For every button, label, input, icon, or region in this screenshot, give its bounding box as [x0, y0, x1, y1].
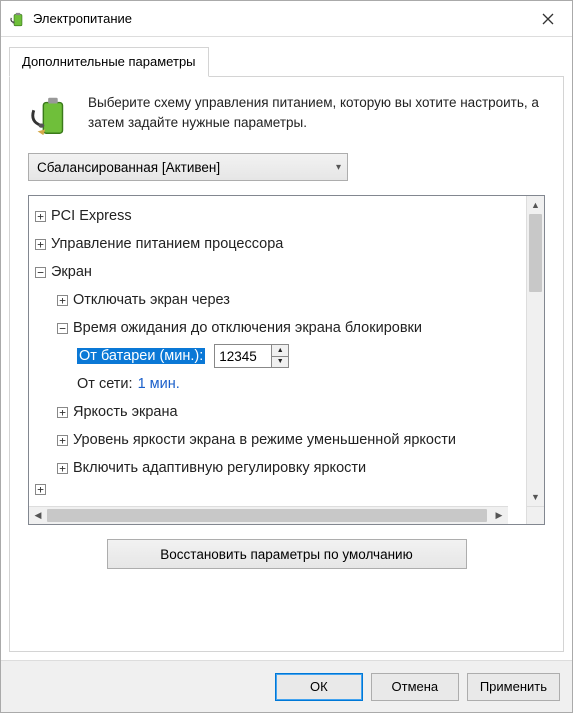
tree-label: Управление питанием процессора [51, 236, 283, 252]
power-scheme-select[interactable]: Сбалансированная [Активен] ▾ [28, 153, 348, 181]
close-icon [542, 13, 554, 25]
tree-item-partial[interactable]: + [35, 482, 524, 496]
battery-icon [28, 93, 74, 139]
on-ac-label: От сети: [77, 376, 133, 392]
on-battery-label: От батареи (мин.): [77, 348, 205, 364]
scroll-right-icon[interactable]: ▶ [490, 507, 508, 524]
dialog-button-row: ОК Отмена Применить [1, 660, 572, 712]
scheme-selected-label: Сбалансированная [Активен] [37, 160, 220, 175]
ok-button[interactable]: ОК [275, 673, 363, 701]
intro-row: Выберите схему управления питанием, кото… [28, 93, 545, 139]
tree-item-turn-off-display[interactable]: + Отключать экран через [35, 286, 524, 314]
close-button[interactable] [524, 1, 572, 36]
tree-item-pci-express[interactable]: + PCI Express [35, 202, 524, 230]
expand-icon[interactable]: + [35, 211, 46, 222]
expand-icon[interactable]: + [35, 239, 46, 250]
v-scroll-thumb[interactable] [529, 214, 542, 292]
expand-icon[interactable]: + [57, 435, 68, 446]
tree-item-display-brightness[interactable]: + Яркость экрана [35, 398, 524, 426]
collapse-icon[interactable]: − [57, 323, 68, 334]
apply-button[interactable]: Применить [467, 673, 560, 701]
on-battery-input[interactable] [215, 345, 271, 367]
tree-label: Яркость экрана [73, 404, 178, 420]
titlebar: Электропитание [1, 1, 572, 37]
settings-tree: + PCI Express + Управление питанием проц… [28, 195, 545, 525]
horizontal-scrollbar[interactable]: ◀ ▶ [29, 506, 508, 524]
content-area: Дополнительные параметры Выберите схему … [1, 37, 572, 660]
h-scroll-thumb[interactable] [47, 509, 487, 522]
scrollbar-corner [526, 506, 544, 524]
tree-item-on-battery[interactable]: От батареи (мин.): ▲ ▼ [35, 342, 524, 370]
expand-icon[interactable]: + [57, 407, 68, 418]
cancel-button[interactable]: Отмена [371, 673, 459, 701]
expand-icon[interactable]: + [57, 463, 68, 474]
collapse-icon[interactable]: − [35, 267, 46, 278]
v-scroll-track[interactable] [527, 214, 544, 488]
tree-label: PCI Express [51, 208, 132, 224]
scroll-up-icon[interactable]: ▲ [527, 196, 544, 214]
tree-item-display[interactable]: − Экран [35, 258, 524, 286]
tree-label: Отключать экран через [73, 292, 230, 308]
tree-item-dimmed-brightness[interactable]: + Уровень яркости экрана в режиме уменьш… [35, 426, 524, 454]
window-title: Электропитание [33, 11, 524, 26]
tree-item-on-ac[interactable]: От сети: 1 мин. [35, 370, 524, 398]
vertical-scrollbar[interactable]: ▲ ▼ [526, 196, 544, 506]
intro-text: Выберите схему управления питанием, кото… [88, 93, 545, 132]
power-options-window: Электропитание Дополнительные параметры … [0, 0, 573, 713]
expand-icon[interactable]: + [35, 484, 46, 495]
tab-advanced-settings[interactable]: Дополнительные параметры [9, 47, 209, 77]
spin-down-button[interactable]: ▼ [272, 357, 288, 368]
tree-label: Экран [51, 264, 92, 280]
spin-up-button[interactable]: ▲ [272, 345, 288, 357]
tree-label: Время ожидания до отключения экрана блок… [73, 320, 422, 336]
tab-panel: Выберите схему управления питанием, кото… [9, 76, 564, 652]
tree-item-adaptive-brightness[interactable]: + Включить адаптивную регулировку яркост… [35, 454, 524, 482]
tree-label: Уровень яркости экрана в режиме уменьшен… [73, 432, 456, 448]
scroll-left-icon[interactable]: ◀ [29, 507, 47, 524]
scroll-down-icon[interactable]: ▼ [527, 488, 544, 506]
app-icon [9, 10, 27, 28]
expand-icon[interactable]: + [57, 295, 68, 306]
tree-label: Включить адаптивную регулировку яркости [73, 460, 366, 476]
tree-body: + PCI Express + Управление питанием проц… [29, 196, 526, 524]
h-scroll-track[interactable] [47, 507, 490, 524]
restore-defaults-button[interactable]: Восстановить параметры по умолчанию [107, 539, 467, 569]
spin-buttons: ▲ ▼ [271, 345, 288, 367]
tree-item-lock-screen-timeout[interactable]: − Время ожидания до отключения экрана бл… [35, 314, 524, 342]
on-ac-value[interactable]: 1 мин. [138, 376, 180, 392]
chevron-down-icon: ▾ [336, 162, 341, 173]
on-battery-spinner: ▲ ▼ [214, 344, 289, 368]
tabstrip: Дополнительные параметры [9, 47, 564, 77]
tree-item-processor-power[interactable]: + Управление питанием процессора [35, 230, 524, 258]
